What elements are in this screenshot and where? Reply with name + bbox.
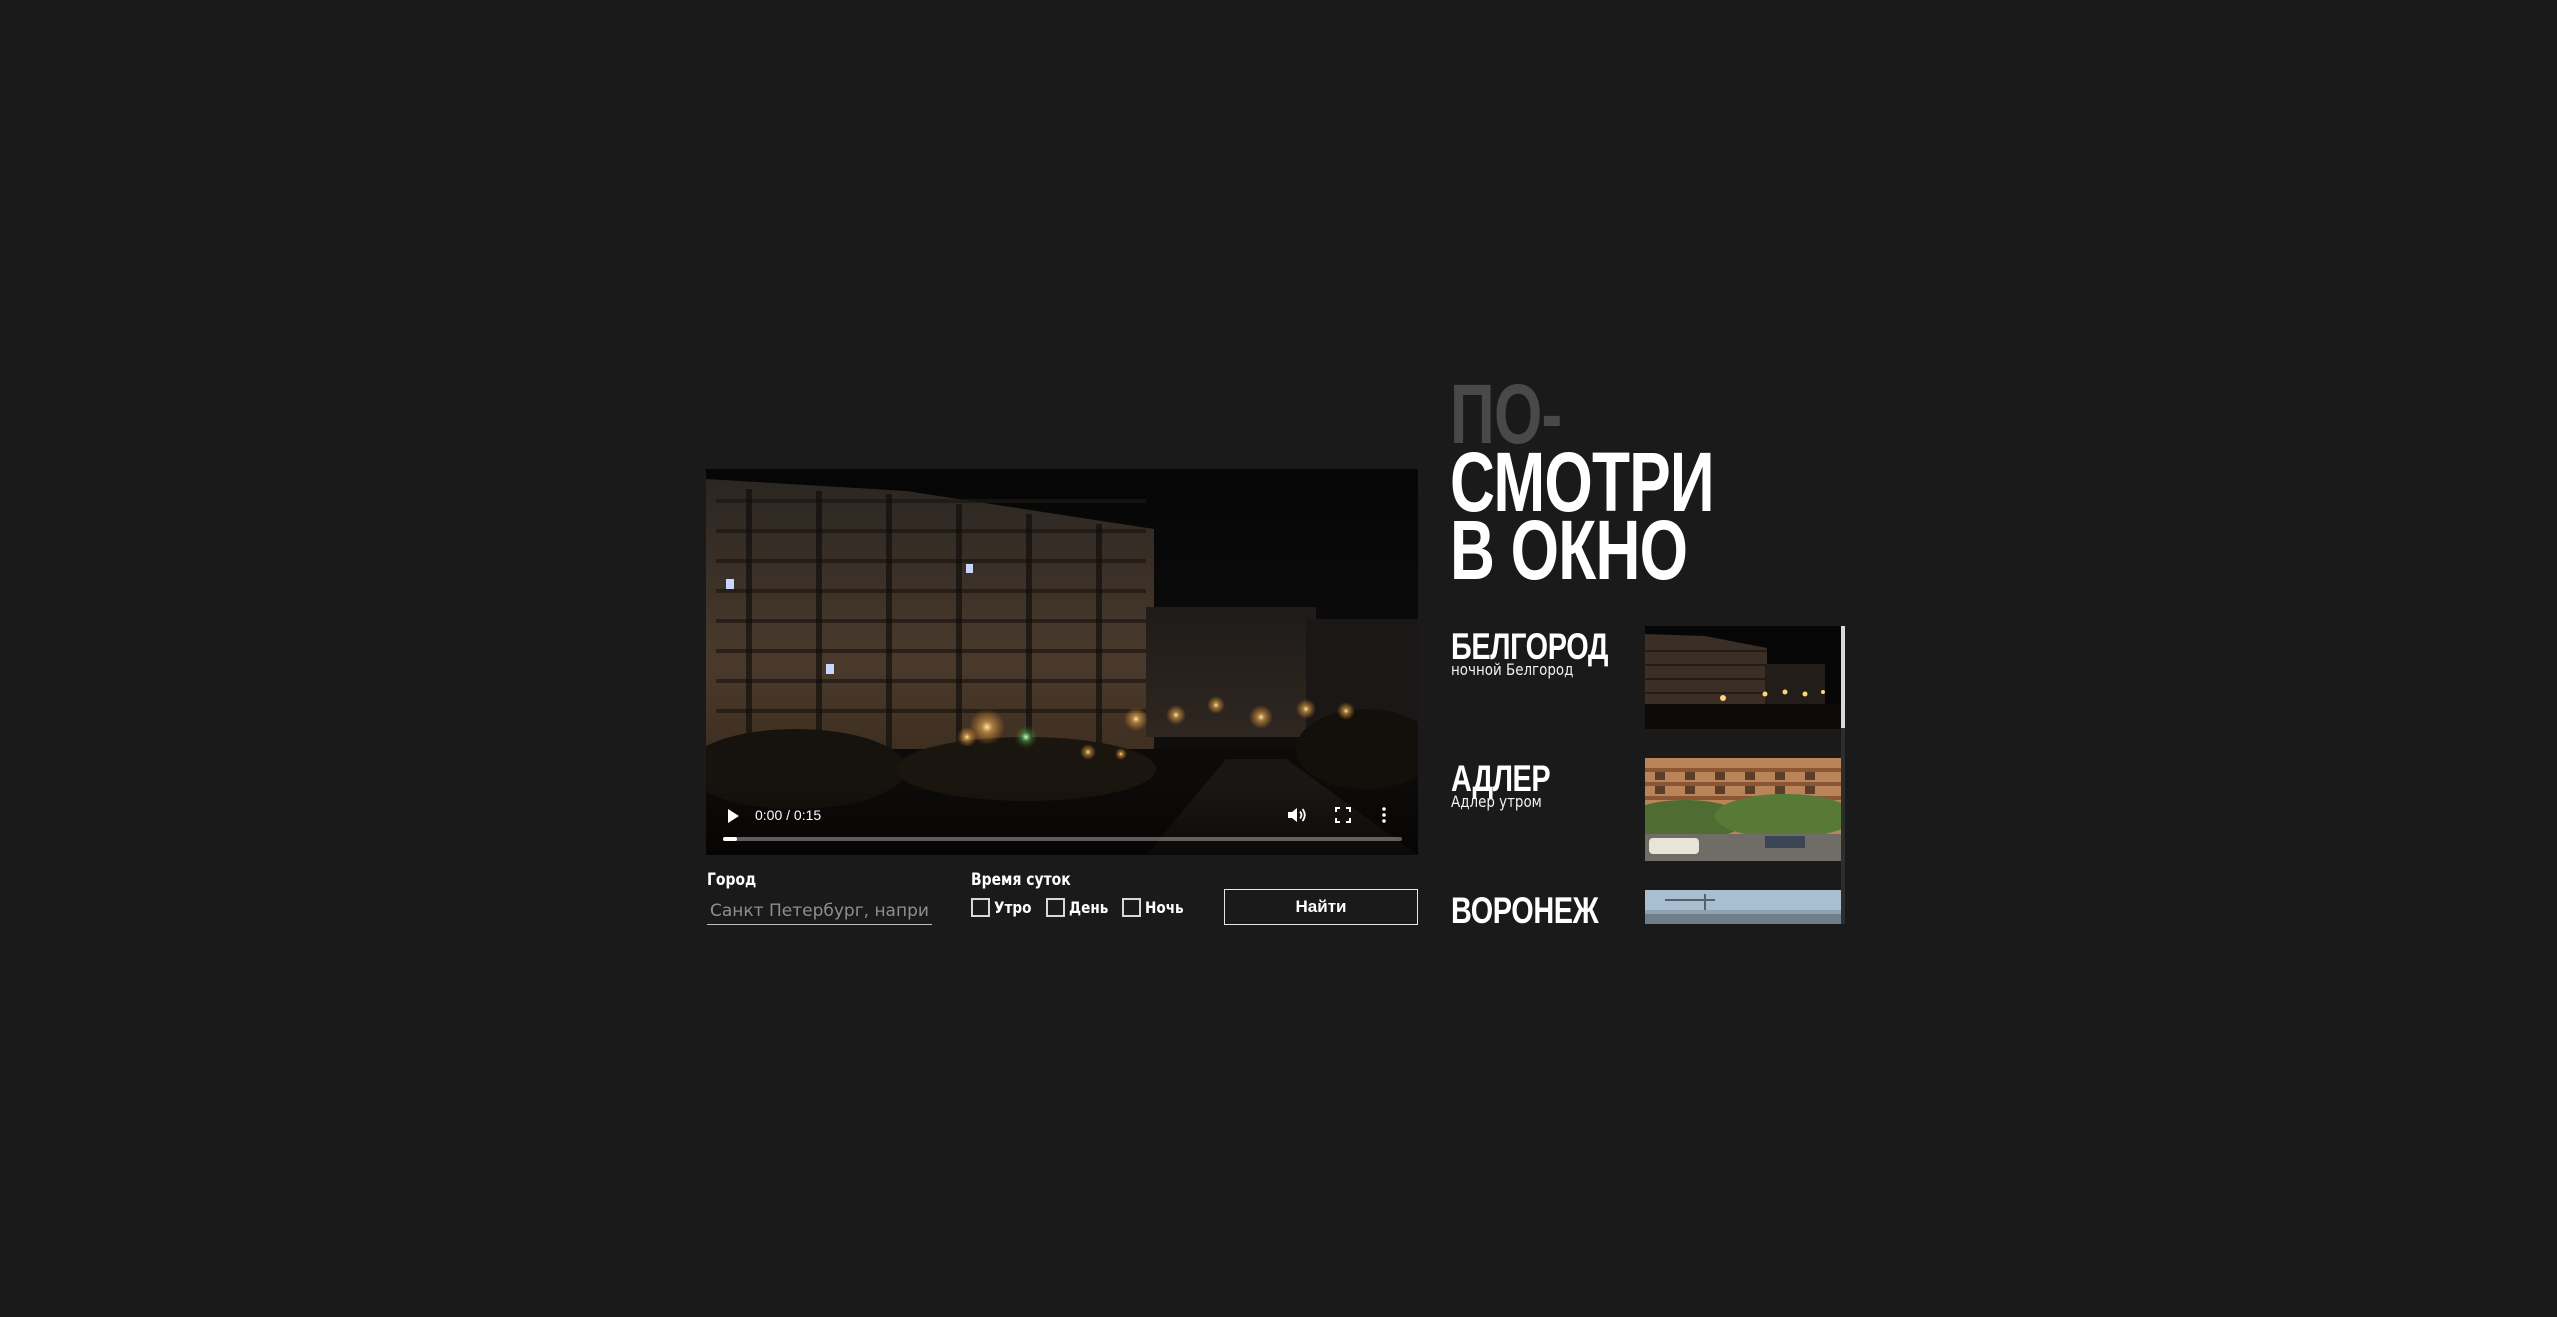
city-item-voronezh[interactable]: ВОРОНЕЖ	[1449, 890, 1841, 924]
city-item-belgorod[interactable]: БЕЛГОРОД ночной Белгород	[1449, 626, 1841, 729]
video-progress-bar[interactable]	[723, 837, 1402, 841]
play-icon[interactable]	[728, 809, 739, 823]
city-thumbnail-voronezh[interactable]	[1645, 890, 1841, 924]
time-of-day-label: Время суток	[971, 870, 1071, 890]
city-item-adler[interactable]: АДЛЕР Адлер утром	[1449, 758, 1841, 861]
video-progress-fill	[723, 837, 737, 841]
night-checkbox-label: Ночь	[1145, 897, 1184, 917]
city-description: Адлер утром	[1451, 792, 1542, 811]
city-list-scrollbar-thumb[interactable]	[1841, 626, 1845, 728]
morning-checkbox-label: Утро	[994, 897, 1032, 917]
city-description: ночной Белгород	[1451, 660, 1574, 679]
fullscreen-icon[interactable]	[1334, 806, 1352, 824]
title-line-3: В ОКНО	[1450, 503, 1688, 597]
city-list: БЕЛГОРОД ночной Белгород АДЛЕР Адлер утр…	[1449, 626, 1846, 924]
volume-icon[interactable]	[1286, 805, 1308, 825]
find-button[interactable]: Найти	[1224, 889, 1418, 925]
checkbox-box[interactable]	[1046, 897, 1065, 917]
city-name: ВОРОНЕЖ	[1451, 890, 1599, 924]
page-title: ПО- СМОТРИ В ОКНО	[1450, 372, 1715, 597]
city-list-scrollbar[interactable]	[1841, 626, 1845, 924]
morning-checkbox[interactable]: Утро	[971, 897, 1038, 917]
video-time-display: 0:00 / 0:15	[755, 807, 822, 823]
checkbox-box[interactable]	[1122, 897, 1141, 917]
city-label: Город	[707, 870, 757, 890]
city-input[interactable]	[707, 897, 932, 925]
night-checkbox[interactable]: Ночь	[1122, 897, 1190, 917]
checkbox-box[interactable]	[971, 897, 990, 917]
video-controls: 0:00 / 0:15	[706, 785, 1418, 855]
more-options-icon[interactable]	[1380, 805, 1388, 825]
day-checkbox[interactable]: День	[1046, 897, 1115, 917]
video-player[interactable]: 0:00 / 0:15	[706, 469, 1418, 855]
day-checkbox-label: День	[1069, 897, 1109, 917]
city-thumbnail-adler[interactable]	[1645, 758, 1841, 861]
city-thumbnail-belgorod[interactable]	[1645, 626, 1841, 729]
